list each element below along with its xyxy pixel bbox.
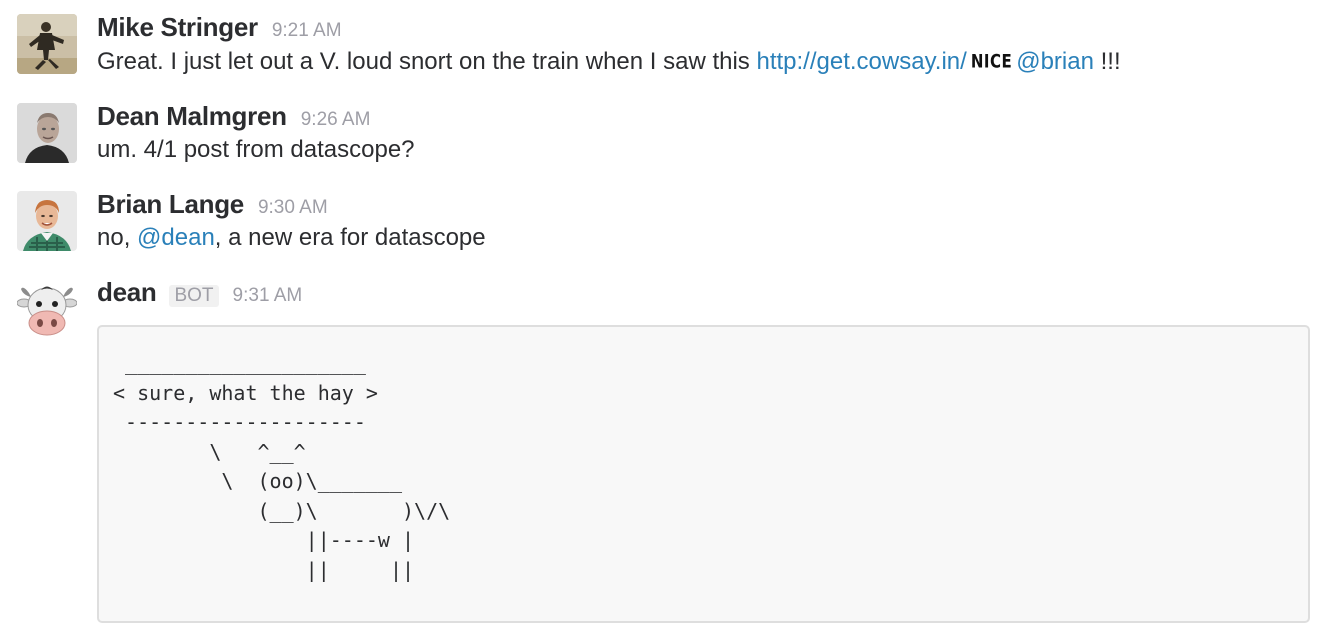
message-text: Great. I just let out a V. loud snort on… [97, 46, 1312, 77]
avatar[interactable] [17, 191, 77, 251]
message-text: no, @dean, a new era for datascope [97, 223, 1312, 253]
message-text-segment: Great. I just let out a V. loud snort on… [97, 48, 757, 75]
avatar-photo-icon [17, 191, 77, 251]
message-link[interactable]: http://get.cowsay.in/ [756, 48, 966, 75]
message-text: um. 4/1 post from datascope? [97, 136, 415, 163]
timestamp[interactable]: 9:26 AM [301, 109, 371, 131]
bot-badge: BOT [169, 285, 219, 307]
snippet-text: ____________________ < sure, what the ha… [113, 351, 451, 582]
avatar-photo-icon [17, 14, 77, 74]
timestamp[interactable]: 9:30 AM [258, 197, 328, 219]
message-text-segment: !!! [1093, 48, 1121, 75]
nice-emoji-icon: NICE [970, 49, 1013, 73]
author-name[interactable]: Brian Lange [97, 189, 244, 220]
avatar[interactable] [17, 103, 77, 163]
timestamp[interactable]: 9:31 AM [233, 285, 303, 307]
timestamp[interactable]: 9:21 AM [272, 20, 342, 42]
author-name[interactable]: Mike Stringer [97, 12, 258, 43]
author-name[interactable]: Dean Malmgren [97, 101, 287, 132]
avatar[interactable] [17, 14, 77, 74]
cow-face-icon [17, 279, 77, 339]
code-snippet[interactable]: ____________________ < sure, what the ha… [97, 325, 1310, 623]
avatar[interactable] [17, 279, 77, 339]
user-mention[interactable]: @brian [1016, 48, 1094, 75]
message-text-segment: no, [97, 224, 138, 251]
message-text-segment: , a new era for datascope [214, 224, 486, 251]
avatar-photo-icon [17, 103, 77, 163]
author-name[interactable]: dean [97, 277, 157, 308]
user-mention[interactable]: @dean [137, 224, 215, 251]
